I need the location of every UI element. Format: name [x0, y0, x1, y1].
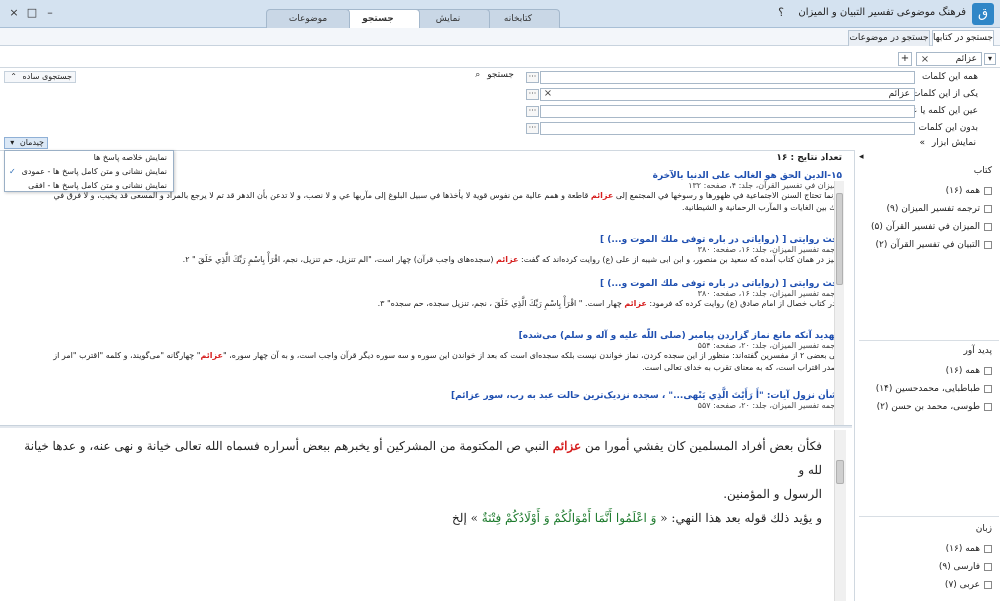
checkbox-icon[interactable]	[984, 240, 992, 249]
collapse-panel-icon[interactable]: ◂	[859, 152, 864, 162]
app-logo-icon: ق	[972, 3, 994, 25]
detail-panel: فكأن بعض أفراد المسلمین كان یفشي أمورا م…	[12, 428, 834, 601]
collapse-icon: ⌃	[10, 72, 17, 81]
results-scroll-thumb[interactable]	[836, 193, 843, 285]
divider	[0, 67, 1000, 68]
layout-button[interactable]: چیدمان ▾	[4, 137, 48, 149]
double-arrow-icon: »	[919, 138, 926, 148]
chip-close-icon[interactable]: ×	[920, 54, 930, 65]
filter-item[interactable]: التبیان في تفسیر القرآن (۲)	[876, 240, 992, 250]
filter-group-author-title: پدید آور	[963, 346, 992, 356]
show-tools-button[interactable]: نمایش ابزار »	[896, 138, 977, 148]
filter-item[interactable]: طباطبایی، محمدحسین (۱۴)	[876, 384, 992, 394]
chevron-down-icon: ▾	[10, 138, 15, 147]
search-button-label: جستجو	[487, 70, 514, 80]
chip-dropdown-icon[interactable]: ▾	[984, 53, 996, 65]
result-snippet: ولی بعضی ۲ از مفسرین گفته‌اند: منظور از …	[53, 351, 842, 372]
menu-item-summary[interactable]: نمایش خلاصه پاسخ ها	[5, 151, 173, 165]
without-words-input[interactable]	[540, 122, 915, 135]
checkbox-icon[interactable]	[984, 402, 992, 411]
search-button[interactable]: جستجو ⌕	[468, 70, 514, 83]
all-words-input[interactable]	[540, 71, 915, 84]
list-item[interactable]: بحث روایتی [ (روایاتی در باره توفی ملك ا…	[42, 235, 842, 266]
checkbox-icon[interactable]	[984, 544, 992, 553]
list-item[interactable]: [تهدید آنکه مانع نماز گزاردن پیامبر (صلی…	[42, 331, 842, 374]
result-title[interactable]: بحث روایتی [ (روایاتی در باره توفی ملك ا…	[42, 235, 842, 245]
detail-text: فكأن بعض أفراد المسلمین كان یفشي أمورا م…	[24, 439, 822, 525]
result-snippet: و در کتاب خصال از امام صادق (ع) روایت کر…	[377, 299, 842, 308]
add-search-button[interactable]: +	[898, 52, 912, 66]
filter-item[interactable]: همه (۱۶)	[946, 366, 992, 376]
search-chip-label: عزائم	[955, 54, 977, 64]
filter-item[interactable]: همه (۱۶)	[946, 544, 992, 554]
result-source: ترجمه تفسیر المیزان، جلد: ۱۶، صفحه: ۳۸۰	[697, 245, 842, 254]
result-title[interactable]: [تهدید آنکه مانع نماز گزاردن پیامبر (صلی…	[42, 331, 842, 341]
sub-tab-bar: جستجو در کتابها جستجو در موضوعات	[0, 28, 1000, 46]
result-snippet: و نیز در همان کتاب آمده که سعید بن منصور…	[182, 255, 842, 264]
layout-dropdown-menu: نمایش خلاصه پاسخ ها نمایش نشانی و متن کا…	[4, 150, 174, 192]
checkbox-icon[interactable]	[984, 366, 992, 375]
result-source: ترجمه تفسیر المیزان، جلد: ۲۰، صفحه: ۵۵۷	[697, 401, 842, 410]
check-icon: ✓	[9, 167, 16, 176]
help-button[interactable]: ؟	[773, 5, 789, 21]
result-count: تعداد نتایج : ۱۶	[776, 153, 842, 163]
without-words-options-button[interactable]: ···	[526, 123, 539, 134]
all-words-options-button[interactable]: ···	[526, 72, 539, 83]
checkbox-icon[interactable]	[984, 580, 992, 589]
detail-scrollbar[interactable]	[834, 430, 846, 601]
show-tools-label: نمایش ابزار	[931, 138, 976, 148]
close-window-button[interactable]: ×	[6, 5, 22, 21]
maximize-window-button[interactable]: □	[24, 5, 40, 21]
any-words-options-button[interactable]: ···	[526, 89, 539, 100]
minimize-window-button[interactable]: –	[42, 5, 58, 21]
result-title[interactable]: [شأن نزول آیات: "أَ رَأَیْتَ الَّذِي یَن…	[42, 391, 842, 401]
simple-search-button[interactable]: جستجوی ساده ⌃	[4, 71, 76, 83]
divider	[859, 516, 999, 517]
checkbox-icon[interactable]	[984, 222, 992, 231]
search-icon: ⌕	[475, 70, 481, 80]
filter-group-language-title: زبان	[975, 524, 992, 534]
filter-item[interactable]: ترجمه تفسیر المیزان (۹)	[886, 204, 992, 214]
clear-any-words-icon[interactable]: ×	[543, 88, 553, 99]
checkbox-icon[interactable]	[984, 186, 992, 195]
exact-phrase-options-button[interactable]: ···	[526, 106, 539, 117]
subtab-search-books[interactable]: جستجو در کتابها	[932, 30, 994, 46]
window-title: فرهنگ موضوعی تفسیر التبیان و المیزان	[798, 7, 966, 18]
title-bar: ق فرهنگ موضوعی تفسیر التبیان و المیزان ؟…	[0, 0, 1000, 29]
subtab-search-topics[interactable]: جستجو در موضوعات	[848, 30, 930, 46]
filter-item[interactable]: طوسی، محمد بن حسن (۲)	[877, 402, 992, 412]
filter-item[interactable]: عربی (۷)	[945, 580, 992, 590]
detail-scroll-thumb[interactable]	[836, 460, 844, 484]
filter-item[interactable]: المیزان في تفسیر القرآن (۵)	[871, 222, 992, 232]
list-item[interactable]: بحث روایتی [ (روایاتی در باره توفی ملك ا…	[42, 279, 842, 310]
list-item[interactable]: [شأن نزول آیات: "أَ رَأَیْتَ الَّذِي یَن…	[42, 391, 842, 410]
checkbox-icon[interactable]	[984, 384, 992, 393]
result-source: ترجمه تفسیر المیزان، جلد: ۲۰، صفحه: ۵۵۴	[697, 341, 842, 350]
results-scrollbar[interactable]	[834, 181, 844, 425]
filter-group-book-title: کتاب	[973, 166, 992, 176]
divider	[859, 340, 999, 341]
checkbox-icon[interactable]	[984, 204, 992, 213]
result-title[interactable]: بحث روایتی [ (روایاتی در باره توفی ملك ا…	[42, 279, 842, 289]
filter-item[interactable]: فارسی (۹)	[939, 562, 992, 572]
menu-item-vertical[interactable]: نمایش نشانی و متن کامل پاسخ ها - عمودی ✓	[5, 165, 173, 179]
result-source: ترجمه تفسیر المیزان، جلد: ۱۶، صفحه: ۳۸۰	[697, 289, 842, 298]
filter-item[interactable]: همه (۱۶)	[946, 186, 992, 196]
tab-topics[interactable]: موضوعات	[266, 9, 350, 28]
layout-button-label: چیدمان	[19, 138, 44, 147]
menu-item-horizontal[interactable]: نمایش نشانی و متن کامل پاسخ ها - افقی	[5, 179, 173, 193]
exact-phrase-input[interactable]	[540, 105, 915, 118]
result-snippet: و إنما تحتاج السنن الاجتماعیة في ظهورها …	[53, 191, 842, 212]
checkbox-icon[interactable]	[984, 562, 992, 571]
any-words-input[interactable]: عزائم	[540, 88, 915, 101]
filter-panel: ◂ کتاب همه (۱۶) ترجمه تفسیر المیزان (۹) …	[854, 150, 1000, 601]
simple-search-label: جستجوی ساده	[22, 72, 73, 81]
